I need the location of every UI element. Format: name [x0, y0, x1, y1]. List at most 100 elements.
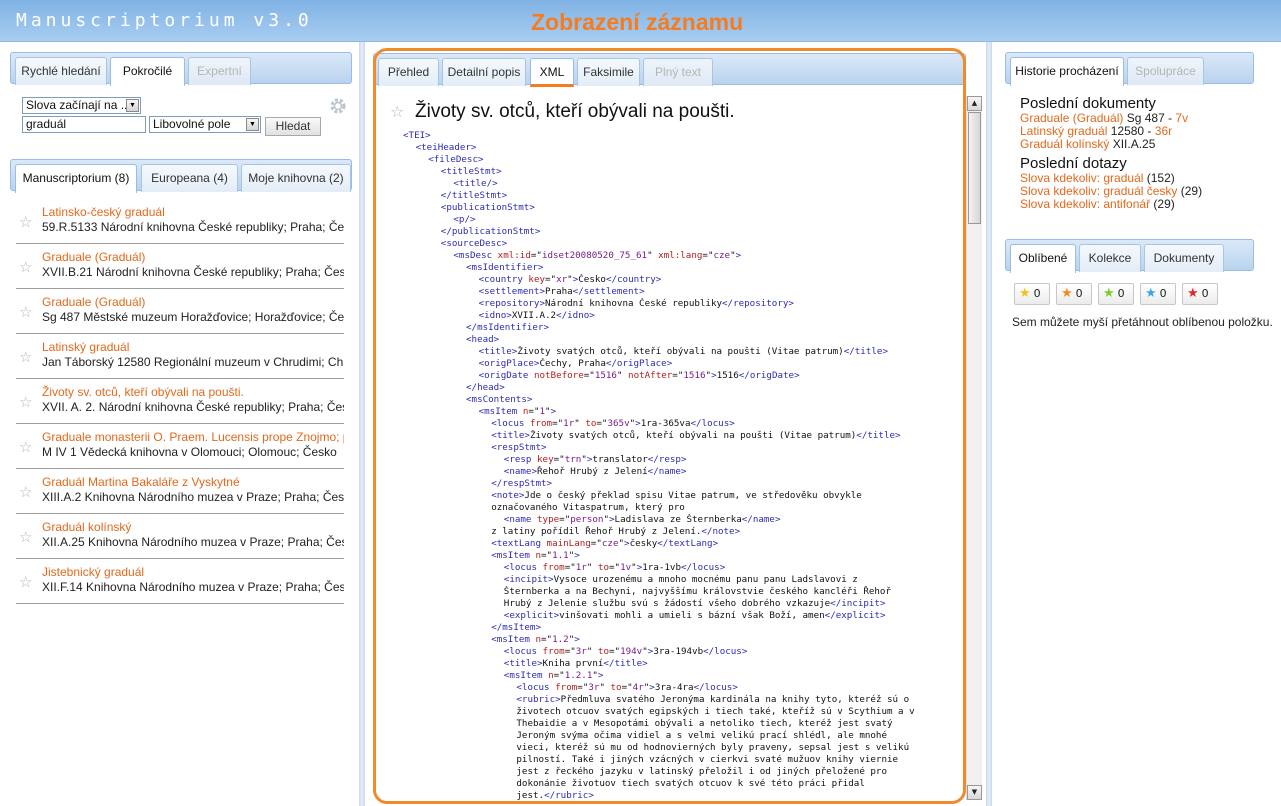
list-item-title[interactable]: Latinský graduál	[42, 340, 129, 354]
favorite-star-icon[interactable]: ☆	[19, 258, 32, 276]
left-splitter[interactable]	[359, 42, 365, 806]
search-field-value: Libovolné pole	[153, 117, 231, 131]
tab-browse-history[interactable]: Historie procházení	[1010, 57, 1124, 86]
star-count: 0	[1159, 287, 1167, 300]
tab-expert-search[interactable]: Expertní	[188, 57, 251, 85]
scroll-down-icon[interactable]: ▼	[967, 785, 982, 800]
list-item-title[interactable]: Latinsko-český graduál	[42, 205, 165, 219]
history-panel: Poslední dokumenty Graduale (Graduál) Sg…	[1020, 95, 1250, 211]
tab-advanced-search[interactable]: Pokročilé	[110, 57, 185, 86]
recent-document-info: XII.A.25	[1109, 137, 1156, 151]
favorite-star-icon[interactable]: ☆	[19, 438, 32, 456]
xml-line: <explicit>vinšovati mohli a umieli s báz…	[503, 610, 886, 621]
recent-query-link[interactable]: Slova kdekoliv: graduál	[1020, 171, 1143, 185]
list-item[interactable]: ☆ Latinsko-český graduál 59.R.5133 Národní…	[16, 199, 344, 244]
recent-document: Graduál kolínský XII.A.25	[1020, 138, 1250, 151]
chevron-down-icon: ▼	[126, 99, 139, 112]
xml-line: <teiHeader>	[415, 142, 477, 153]
xml-line: Šternberka a na Bechyni, najvyššímu král…	[503, 586, 891, 597]
xml-line: Thebaidie a v Mesopotámi obývali a netol…	[516, 718, 893, 729]
xml-line: <resp key="trn">translator</resp>	[503, 454, 687, 465]
list-item[interactable]: ☆ Graduál kolínský XII.A.25 Knihovna Národ…	[16, 514, 344, 559]
xml-line: dokonánie životuov tiech svatých otcuov …	[516, 778, 865, 789]
xml-line: pilností. Také i jiných vzácných v cierk…	[516, 754, 899, 765]
record-title: Životy sv. otců, kteří obývali na poušti…	[415, 101, 735, 122]
list-item[interactable]: ☆ Životy sv. otců, kteří obývali na poušt…	[16, 379, 344, 424]
xml-line: <msIdentifier>	[466, 262, 544, 273]
search-button[interactable]: Hledat	[265, 117, 321, 136]
tab-documents[interactable]: Dokumenty	[1144, 244, 1224, 272]
search-field-select[interactable]: Libovolné pole ▼	[149, 116, 261, 133]
recent-document-link[interactable]: Graduál kolínský	[1020, 137, 1109, 151]
list-item-info: XVII.B.21 Národní knihovna České republi…	[42, 265, 344, 279]
xml-line: životech otcuov svatých egipských i tiec…	[516, 706, 915, 717]
scroll-up-icon[interactable]: ▲	[967, 96, 982, 111]
tab-collaboration[interactable]: Spolupráce	[1127, 57, 1204, 85]
list-item[interactable]: ☆ Latinský graduál Jan Táborský 12580 Regi…	[16, 334, 344, 379]
list-item-title[interactable]: Graduál kolínský	[42, 520, 131, 534]
right-splitter[interactable]	[986, 42, 992, 806]
favorite-star-bucket[interactable]: ★ 0	[1098, 283, 1134, 305]
tab-favorites[interactable]: Oblíbené	[1010, 244, 1076, 273]
xml-line: <title/>	[453, 178, 498, 189]
list-item[interactable]: ☆ Graduale monasterii O. Praem. Lucensis …	[16, 424, 344, 469]
recent-document-page-link[interactable]: 36r	[1155, 124, 1172, 138]
tab-collections[interactable]: Kolekce	[1079, 244, 1141, 272]
favorite-star-icon[interactable]: ☆	[19, 573, 32, 591]
list-item[interactable]: ☆ Graduale (Graduál) XVII.B.21 Národní kni…	[16, 244, 344, 289]
xml-line: <origPlace>Čechy, Praha</origPlace>	[478, 358, 673, 369]
favorite-star-bucket[interactable]: ★ 0	[1056, 283, 1092, 305]
list-item-title[interactable]: Graduale monasterii O. Praem. Lucensis p…	[42, 430, 344, 444]
app-title: Manuscriptorium v3.0	[16, 10, 313, 31]
xml-view: <TEI> <teiHeader> <fileDesc> <titleStmt> <ti…	[403, 130, 963, 802]
tab-my-library[interactable]: Moje knihovna (2)	[241, 164, 351, 192]
list-item-title[interactable]: Životy sv. otců, kteří obývali na poušti…	[42, 385, 244, 399]
list-item-title[interactable]: Graduale (Graduál)	[42, 295, 145, 309]
xml-line: <incipit>Vysoce urozenému a mnoho mocném…	[503, 574, 858, 585]
list-item-title[interactable]: Graduál Martina Bakaláře z Vyskytné	[42, 475, 240, 489]
favorite-star-bucket[interactable]: ★ 0	[1014, 283, 1050, 305]
recent-document-info: 12580 -	[1107, 124, 1155, 138]
xml-line: <msItem n="1.1">	[491, 550, 580, 561]
favorite-star-icon[interactable]: ☆	[19, 528, 32, 546]
favorite-star-icon[interactable]: ☆	[19, 303, 32, 321]
recent-query-link[interactable]: Slova kdekoliv: graduál česky	[1020, 184, 1177, 198]
chevron-down-icon: ▼	[246, 118, 259, 131]
star-icon: ★	[1019, 286, 1031, 301]
xml-line: <country key="xr">Česko</country>	[478, 274, 662, 285]
recent-document-link[interactable]: Latinský graduál	[1020, 124, 1107, 138]
star-icon: ★	[1145, 286, 1157, 301]
list-item-title[interactable]: Jistebnický graduál	[42, 565, 144, 579]
favorite-star-icon[interactable]: ☆	[390, 102, 404, 121]
list-item-info: XII.A.25 Knihovna Národního muzea v Praz…	[42, 535, 344, 549]
search-input[interactable]: graduál	[22, 116, 146, 133]
search-mode-select[interactable]: Slova začínají na ... ▼	[22, 97, 141, 114]
gear-icon[interactable]	[328, 96, 348, 116]
recent-document-page-link[interactable]: 7v	[1175, 111, 1188, 125]
list-item[interactable]: ☆ Graduale (Graduál) Sg 487 Městské muzeum…	[16, 289, 344, 334]
tab-manuscriptorium[interactable]: Manuscriptorium (8)	[15, 164, 137, 193]
recent-query-count: (29)	[1177, 184, 1203, 198]
favorite-star-icon[interactable]: ☆	[19, 483, 32, 501]
list-item-title[interactable]: Graduale (Graduál)	[42, 250, 145, 264]
list-item[interactable]: ☆ Jistebnický graduál XII.F.14 Knihovna Ná…	[16, 559, 344, 604]
xml-line: <respStmt>	[491, 442, 547, 453]
xml-line: označovaného Vitaspatrum, který pro	[491, 502, 685, 513]
favorite-star-icon[interactable]: ☆	[19, 213, 32, 231]
recent-query-link[interactable]: Slova kdekoliv: antifonář	[1020, 197, 1150, 211]
favorite-star-icon[interactable]: ☆	[19, 393, 32, 411]
tab-europeana[interactable]: Europeana (4)	[141, 164, 238, 192]
xml-scrollbar[interactable]: ▲ ▼	[966, 96, 982, 800]
favorite-star-icon[interactable]: ☆	[19, 348, 32, 366]
list-item[interactable]: ☆ Graduál Martina Bakaláře z Vyskytné XIII…	[16, 469, 344, 514]
xml-line: </respStmt>	[491, 478, 553, 489]
xml-line: <msItem n="1.2">	[491, 634, 580, 645]
tab-quick-search[interactable]: Rychlé hledání	[15, 57, 107, 85]
xml-line: <titleStmt>	[440, 166, 502, 177]
scroll-thumb[interactable]	[968, 112, 981, 224]
favorite-star-bucket[interactable]: ★ 0	[1182, 283, 1218, 305]
recent-document-link[interactable]: Graduale (Graduál)	[1020, 111, 1123, 125]
list-item-info: XIII.A.2 Knihovna Národního muzea v Praz…	[42, 490, 344, 504]
xml-line: <locus from="3r" to="4r">3ra-4ra</locus>	[516, 682, 738, 693]
favorite-star-bucket[interactable]: ★ 0	[1140, 283, 1176, 305]
